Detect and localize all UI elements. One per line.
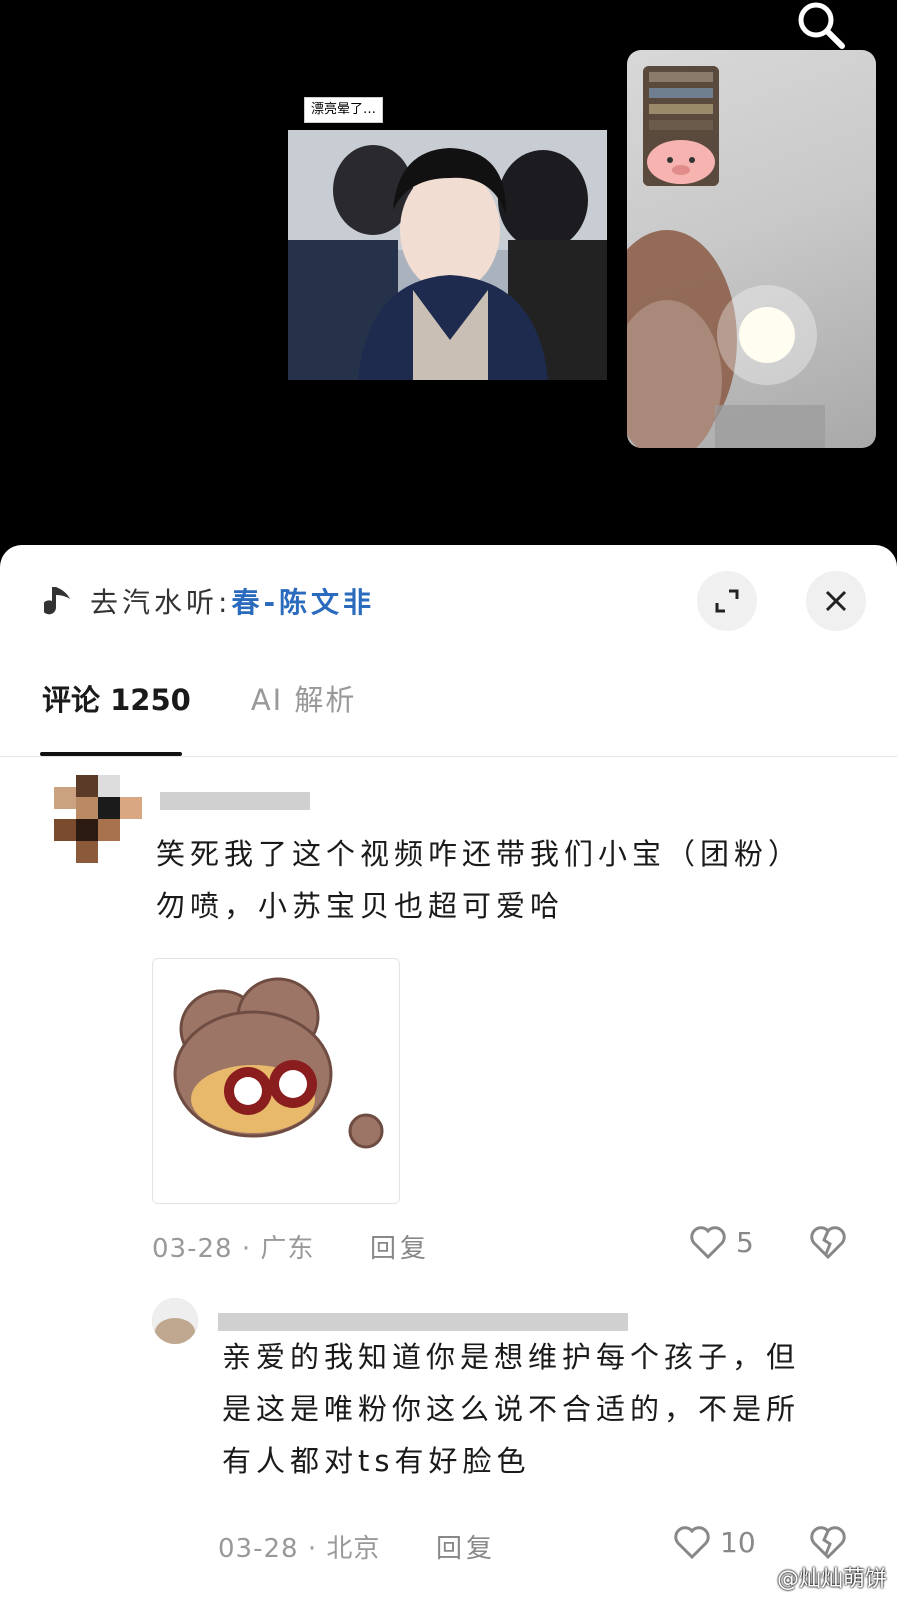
like-count: 5 — [736, 1225, 754, 1259]
broken-heart-icon — [810, 1226, 846, 1260]
username-redacted[interactable] — [160, 792, 310, 810]
like-button[interactable]: 5 — [688, 1224, 754, 1260]
username-redacted[interactable] — [218, 1313, 628, 1331]
expand-icon — [715, 589, 739, 613]
reply-button[interactable]: 回复 — [436, 1528, 496, 1565]
comment-date-location: 03-28 · 北京 — [218, 1534, 381, 1564]
avatar[interactable] — [152, 1298, 198, 1344]
video-photo — [288, 130, 607, 380]
broken-heart-icon — [810, 1526, 846, 1560]
tabs-divider — [0, 756, 897, 757]
heart-icon — [674, 1526, 710, 1560]
comment-text-line: 是这是唯粉你这么说不合适的，不是所 — [222, 1392, 801, 1426]
like-count: 10 — [720, 1525, 756, 1559]
search-icon — [798, 2, 845, 49]
comment-text-line: 笑死我了这个视频咋还带我们小宝（团粉） — [156, 837, 803, 871]
heart-icon — [690, 1226, 726, 1260]
like-button[interactable]: 10 — [672, 1524, 756, 1560]
weibo-logo-icon — [746, 1568, 772, 1588]
dislike-button[interactable] — [808, 1524, 848, 1564]
comment-text-line: 有人都对ts有好脸色 — [222, 1444, 531, 1478]
weibo-watermark: @灿灿萌饼 — [746, 1561, 887, 1593]
comment-text-line: 勿喷，小苏宝贝也超可爱哈 — [156, 889, 565, 923]
expand-button[interactable] — [697, 571, 757, 631]
comment-sticker[interactable] — [152, 958, 400, 1204]
music-song-title[interactable]: 春-陈文非 — [231, 581, 375, 621]
music-link[interactable]: 去汽水听: 春-陈文非 — [44, 581, 375, 621]
tab-comments[interactable]: 评论 1250 — [42, 677, 191, 719]
close-icon — [825, 590, 847, 612]
watermark-text: @灿灿萌饼 — [776, 1567, 887, 1592]
video-player[interactable]: 漂亮晕了… — [0, 0, 897, 560]
music-prefix: 去汽水听: — [90, 586, 232, 619]
music-note-icon — [44, 587, 70, 615]
bear-sticker-icon — [173, 977, 384, 1149]
pip-scene — [627, 230, 825, 448]
comment-sheet: 去汽水听: 春-陈文非 评论 1250 AI 解析 笑死我了这个视频咋还带我们小… — [0, 545, 897, 1603]
dislike-button[interactable] — [808, 1224, 848, 1264]
reply-button[interactable]: 回复 — [370, 1228, 430, 1265]
sheet-tabs: 评论 1250 AI 解析 — [42, 677, 356, 719]
comment-date-location: 03-28 · 广东 — [152, 1234, 315, 1264]
avatar[interactable] — [54, 775, 142, 863]
video-caption: 漂亮晕了… — [304, 97, 384, 123]
picture-in-picture-window[interactable] — [627, 50, 876, 448]
comment-text-line: 亲爱的我知道你是想维护每个孩子，但 — [222, 1340, 801, 1374]
tab-ai-analysis[interactable]: AI 解析 — [251, 677, 357, 719]
close-button[interactable] — [806, 571, 866, 631]
search-button[interactable] — [792, 0, 852, 52]
